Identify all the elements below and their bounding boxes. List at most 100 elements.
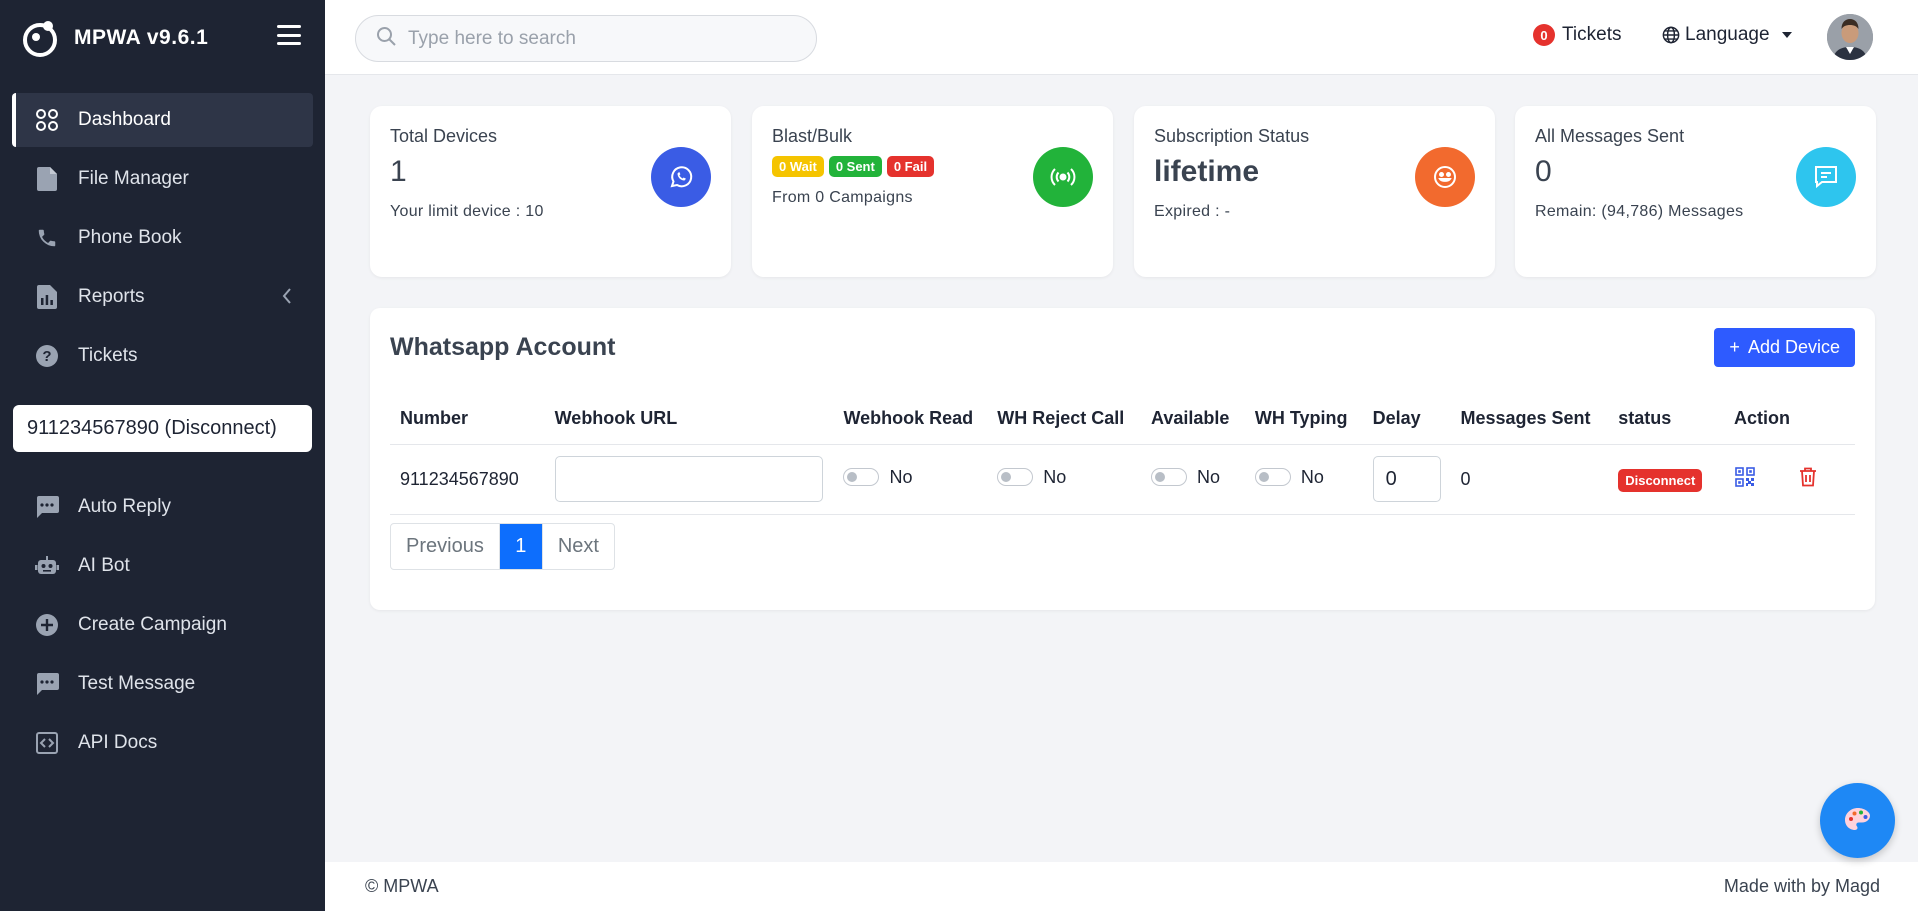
stat-title: All Messages Sent (1535, 126, 1685, 146)
sidebar-item-phone-book[interactable]: Phone Book (12, 211, 313, 265)
language-label: Language (1685, 24, 1770, 45)
sent-badge: 0 Sent (828, 156, 882, 177)
sidebar-item-api-docs[interactable]: API Docs (12, 716, 313, 770)
add-device-label: Add Device (1747, 337, 1840, 357)
sidebar-item-test-message[interactable]: Test Message (12, 657, 313, 711)
stat-sub: Remain: (94,786) Messages (1535, 203, 1744, 220)
code-icon (34, 730, 60, 756)
reject-call-toggle[interactable]: No (997, 467, 1066, 488)
cell-action (1723, 444, 1855, 515)
plus-icon: + (1729, 337, 1740, 357)
smile-icon (1415, 147, 1475, 207)
whatsapp-account-card: Whatsapp Account + Add Device Number Web… (370, 308, 1875, 610)
section-title: Whatsapp Account (390, 333, 616, 361)
brand-logo-icon[interactable] (18, 16, 62, 60)
cell-typing: No (1244, 444, 1363, 515)
previous-page-button[interactable]: Previous (391, 524, 499, 569)
toggle-label: No (1043, 466, 1067, 487)
sidebar-item-label: Phone Book (78, 227, 182, 248)
caret-down-icon (1781, 32, 1792, 38)
device-select[interactable]: 911234567890 (Disconnect) (13, 405, 312, 452)
file-icon (34, 166, 60, 192)
tickets-label: Tickets (1562, 24, 1622, 45)
search-input[interactable] (408, 27, 788, 50)
sidebar-nav: Dashboard File Manager Phone Book Report… (0, 75, 325, 383)
toggle-switch[interactable] (997, 468, 1034, 487)
menu-toggle-icon[interactable] (277, 25, 301, 45)
trash-icon[interactable] (1797, 466, 1819, 488)
column-header: Available (1141, 394, 1245, 445)
page-1-button[interactable]: 1 (498, 524, 542, 569)
whatsapp-icon (651, 147, 711, 207)
typing-toggle[interactable]: No (1254, 467, 1324, 488)
topbar: 0 Tickets Language (325, 0, 1918, 75)
phone-icon (34, 225, 60, 251)
avatar[interactable] (1827, 14, 1873, 60)
column-header: Messages Sent (1450, 394, 1609, 445)
message-icon (1796, 147, 1856, 207)
cell-available: No (1141, 444, 1245, 515)
devices-table: Number Webhook URL Webhook Read WH Rejec… (390, 394, 1855, 515)
add-device-button[interactable]: + Add Device (1714, 328, 1855, 367)
sidebar-item-reports[interactable]: Reports (12, 270, 313, 324)
wait-badge: 0 Wait (772, 156, 824, 177)
palette-icon[interactable] (1820, 783, 1895, 858)
search-icon (376, 26, 396, 51)
table-header-row: Number Webhook URL Webhook Read WH Rejec… (390, 394, 1855, 445)
sidebar-item-label: Reports (78, 286, 145, 307)
sidebar-item-label: Auto Reply (78, 496, 171, 517)
qr-code-icon[interactable] (1734, 466, 1756, 488)
dashboard-icon (34, 107, 60, 133)
table-row: 911234567890 No No No No 0 0 Disconnect (390, 444, 1855, 515)
pagination: Previous 1 Next (390, 523, 615, 570)
cell-delay: 0 (1362, 444, 1451, 515)
toggle-label: No (1197, 466, 1221, 487)
sidebar-item-auto-reply[interactable]: Auto Reply (12, 480, 313, 534)
stat-title: Total Devices (390, 126, 498, 146)
sidebar-item-file-manager[interactable]: File Manager (12, 152, 313, 206)
stat-sub: Expired : - (1154, 203, 1231, 220)
column-header: Number (390, 394, 545, 445)
cell-number: 911234567890 (390, 444, 545, 515)
search-box[interactable] (355, 15, 817, 62)
chat-icon (34, 671, 60, 697)
stat-title: Blast/Bulk (772, 126, 853, 146)
cell-messages-sent: 0 (1450, 444, 1609, 515)
delay-input[interactable]: 0 (1372, 456, 1441, 502)
reports-icon (34, 284, 60, 310)
tickets-link[interactable]: 0 Tickets (1533, 24, 1621, 46)
brand-name[interactable]: MPWA v9.6.1 (74, 26, 208, 50)
status-badge: Disconnect (1618, 468, 1703, 492)
footer-credit: Made with by Magd (1723, 876, 1880, 896)
sidebar-item-create-campaign[interactable]: Create Campaign (12, 598, 313, 652)
sidebar-item-label: AI Bot (78, 555, 130, 576)
footer-copyright: © MPWA (365, 876, 439, 896)
sidebar-item-dashboard[interactable]: Dashboard (12, 93, 313, 147)
fail-badge: 0 Fail (886, 156, 935, 177)
sidebar-item-label: File Manager (78, 168, 189, 189)
toggle-switch[interactable] (843, 468, 880, 487)
column-header: status (1608, 394, 1724, 445)
globe-icon (1662, 26, 1680, 44)
sidebar-item-tickets[interactable]: ? Tickets (12, 329, 313, 383)
webhook-url-input[interactable] (554, 456, 823, 502)
tickets-count-badge: 0 (1533, 24, 1555, 46)
toggle-switch[interactable] (1254, 468, 1291, 487)
webhook-read-toggle[interactable]: No (843, 467, 913, 488)
sidebar-item-ai-bot[interactable]: AI Bot (12, 539, 313, 593)
available-toggle[interactable]: No (1151, 467, 1220, 488)
sidebar: MPWA v9.6.1 Dashboard File Manager Phone… (0, 0, 325, 911)
sidebar-item-label: Tickets (78, 345, 138, 366)
chevron-left-icon (281, 287, 293, 311)
stat-card-blast: Blast/Bulk 0 Wait 0 Sent 0 Fail From 0 C… (752, 106, 1113, 277)
column-header: Webhook Read (833, 394, 988, 445)
toggle-switch[interactable] (1151, 468, 1188, 487)
column-header: Delay (1362, 394, 1451, 445)
cell-status: Disconnect (1608, 444, 1724, 515)
sidebar-item-label: Create Campaign (78, 614, 227, 635)
language-dropdown[interactable]: Language (1662, 24, 1792, 46)
question-icon: ? (34, 343, 60, 369)
sidebar-item-label: Dashboard (78, 109, 171, 130)
chat-icon (34, 494, 60, 520)
next-page-button[interactable]: Next (541, 524, 614, 569)
